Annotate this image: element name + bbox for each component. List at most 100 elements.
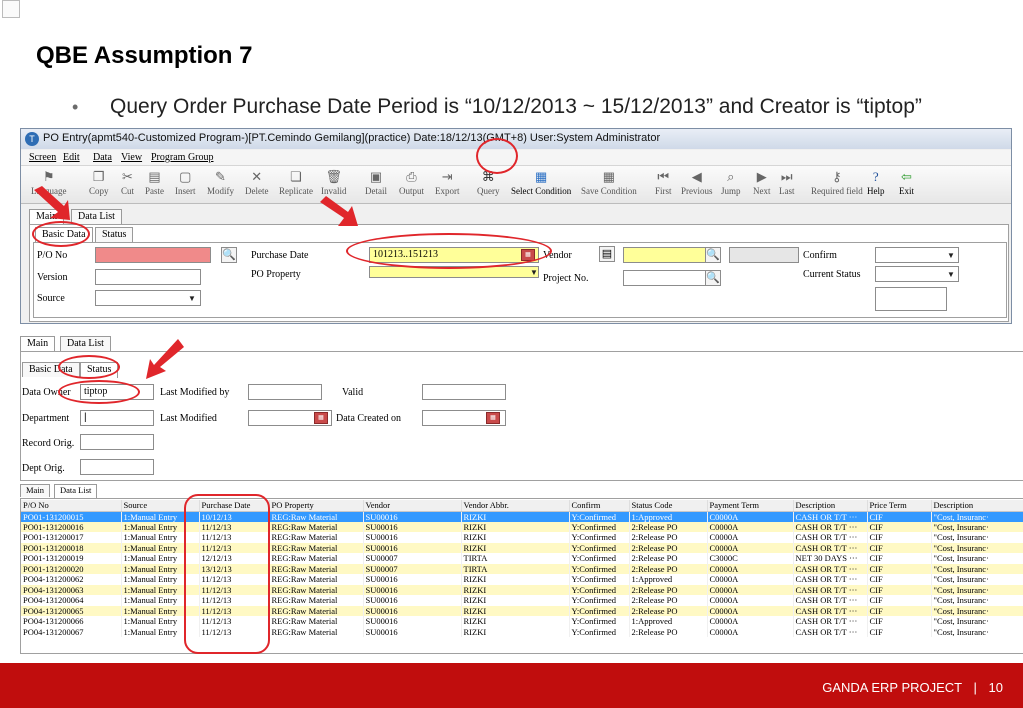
subtab-basic-data[interactable]: Basic Data xyxy=(35,227,93,243)
status-subtab-status[interactable]: Status xyxy=(80,362,119,378)
project-lookup-button[interactable]: 🔍 xyxy=(705,270,721,286)
status-subtab-basic-data[interactable]: Basic Data xyxy=(22,362,80,377)
copy-button[interactable]: ❐ Copy xyxy=(89,168,109,196)
table-cell: "Cost, Insuranc· xyxy=(931,595,1023,606)
dept-orig-field[interactable] xyxy=(80,459,154,475)
subtab-status[interactable]: Status xyxy=(95,227,134,242)
table-row[interactable]: PO04-131200067 1:Manual Entry 11/12/13 REG:… xyxy=(21,626,1023,637)
table-cell: CASH OR T/T ··· xyxy=(793,616,868,627)
version-field[interactable] xyxy=(95,269,201,285)
table-cell: 1:Manual Entry xyxy=(121,542,200,553)
table-row[interactable]: PO01-131200016 1:Manual Entry 11/12/13 REG:… xyxy=(21,521,1023,532)
po-no-lookup-button[interactable]: 🔍 xyxy=(221,247,237,263)
replicate-button[interactable]: ❏ Replicate xyxy=(279,168,313,196)
detail-button[interactable]: ▣ Detail xyxy=(365,168,387,196)
next-button[interactable]: ▶ Next xyxy=(753,168,771,196)
invalid-button[interactable]: 🗑 Invalid xyxy=(321,168,347,196)
table-cell: CIF xyxy=(867,595,932,606)
table-row[interactable]: PO04-131200065 1:Manual Entry 11/12/13 REG:… xyxy=(21,605,1023,616)
pencil-icon: ✎ xyxy=(215,169,226,184)
exit-button[interactable]: ⇦ Exit xyxy=(899,168,914,196)
replicate-icon: ❏ xyxy=(290,169,302,184)
table-row[interactable]: PO01-131200019 1:Manual Entry 12/12/13 REG:… xyxy=(21,553,1023,564)
table-row[interactable]: PO04-131200062 1:Manual Entry 11/12/13 REG:… xyxy=(21,574,1023,585)
vendor-name-field xyxy=(729,247,799,263)
status-tab-main[interactable]: Main xyxy=(20,336,56,352)
column-header[interactable]: PO Property xyxy=(269,500,364,512)
export-button[interactable]: ⇥ Export xyxy=(435,168,460,196)
table-row[interactable]: PO01-131200015 1:Manual Entry 10/12/13 REG:… xyxy=(21,511,1023,522)
jump-button[interactable]: ⌕ Jump xyxy=(721,168,741,196)
modify-button[interactable]: ✎ Modify xyxy=(207,168,234,196)
calendar-icon[interactable]: ▦ xyxy=(314,412,328,424)
next-icon: ▶ xyxy=(756,169,767,184)
menu-view[interactable]: View xyxy=(121,152,142,163)
data-owner-field[interactable]: tiptop xyxy=(80,384,154,400)
language-button[interactable]: ⚑ Language xyxy=(31,168,66,196)
menu-edit[interactable]: Edit xyxy=(63,152,80,163)
column-header[interactable]: Status Code xyxy=(629,500,708,512)
vendor-lookup-button[interactable]: 🔍 xyxy=(705,247,721,263)
insert-button[interactable]: ▢ Insert xyxy=(175,168,196,196)
column-header[interactable]: Purchase Date xyxy=(199,500,270,512)
valid-field[interactable] xyxy=(422,384,506,400)
table-cell: 1:Approved xyxy=(629,574,708,585)
table-cell: "Cost, Insuranc· xyxy=(931,532,1023,543)
tab-main[interactable]: Main xyxy=(29,209,65,225)
menu-program-group[interactable]: Program Group xyxy=(151,152,214,163)
first-button[interactable]: ⏮ First xyxy=(655,168,672,196)
detail-icon: ▣ xyxy=(369,169,383,184)
tab-data-list[interactable]: Data List xyxy=(71,209,122,224)
column-header[interactable]: Confirm xyxy=(569,500,630,512)
paste-button[interactable]: ▤ Paste xyxy=(145,168,164,196)
calendar-icon[interactable]: ▦ xyxy=(486,412,500,424)
save-condition-button[interactable]: ▦ Save Condition xyxy=(581,168,637,196)
table-cell: 1:Manual Entry xyxy=(121,605,200,616)
table-row[interactable]: PO04-131200066 1:Manual Entry 11/12/13 REG:… xyxy=(21,616,1023,627)
help-button[interactable]: ? Help xyxy=(867,168,885,196)
column-header[interactable]: Description xyxy=(931,500,1023,512)
previous-button[interactable]: ◀ Previous xyxy=(681,168,713,196)
search-icon: 🔍 xyxy=(706,272,720,284)
vendor-field[interactable] xyxy=(623,247,707,263)
vendor-picker-button[interactable]: ▤ xyxy=(599,246,615,262)
last-modified-by-field[interactable] xyxy=(248,384,322,400)
table-row[interactable]: PO01-131200018 1:Manual Entry 11/12/13 REG:… xyxy=(21,542,1023,553)
search-icon: 🔍 xyxy=(706,249,720,261)
column-header[interactable]: Vendor Abbr. xyxy=(461,500,570,512)
cut-button[interactable]: ✂ Cut xyxy=(121,168,134,196)
column-header[interactable]: Description xyxy=(793,500,868,512)
column-header[interactable]: Payment Term xyxy=(707,500,794,512)
menu-data[interactable]: Data xyxy=(93,152,112,163)
purchase-date-field[interactable]: 101213..151213 xyxy=(369,247,539,263)
status-tab-data-list[interactable]: Data List xyxy=(60,336,111,351)
table-row[interactable]: PO01-131200017 1:Manual Entry 11/12/13 REG:… xyxy=(21,532,1023,543)
required-field-button[interactable]: ⚷ Required field xyxy=(811,168,863,196)
table-cell: 2:Release PO xyxy=(629,595,708,606)
column-header[interactable]: Price Term xyxy=(867,500,932,512)
app-logo-icon: T xyxy=(25,132,39,146)
table-row[interactable]: PO04-131200063 1:Manual Entry 11/12/13 REG:… xyxy=(21,584,1023,595)
column-header[interactable]: P/O No xyxy=(21,500,122,512)
department-field[interactable]: | xyxy=(80,410,154,426)
table-row[interactable]: PO04-131200064 1:Manual Entry 11/12/13 REG:… xyxy=(21,595,1023,606)
column-header[interactable]: Source xyxy=(121,500,200,512)
source-select[interactable] xyxy=(95,290,201,306)
delete-button[interactable]: ✕ Delete xyxy=(245,168,268,196)
po-no-field[interactable] xyxy=(95,247,211,263)
list-tab-main[interactable]: Main xyxy=(20,484,50,497)
list-tab-data-list[interactable]: Data List xyxy=(54,484,98,498)
column-header[interactable]: Vendor xyxy=(363,500,462,512)
status-section: Main Data List Basic Data Status Data Ow… xyxy=(20,336,1023,482)
select-condition-button[interactable]: ▦ Select Condition xyxy=(511,168,571,196)
output-button[interactable]: ⎙ Output xyxy=(399,168,424,196)
calendar-icon[interactable]: ▦ xyxy=(521,249,535,261)
record-orig-field[interactable] xyxy=(80,434,154,450)
po-property-select[interactable] xyxy=(369,266,539,278)
project-no-field[interactable] xyxy=(623,270,707,286)
query-button[interactable]: ⌘ Query xyxy=(477,168,500,196)
table-row[interactable]: PO01-131200020 1:Manual Entry 13/12/13 REG:… xyxy=(21,563,1023,574)
menu-screen[interactable]: Screen xyxy=(29,152,56,163)
table-cell: PO04-131200066 xyxy=(21,616,122,627)
last-button[interactable]: ⏭ Last xyxy=(779,168,795,196)
